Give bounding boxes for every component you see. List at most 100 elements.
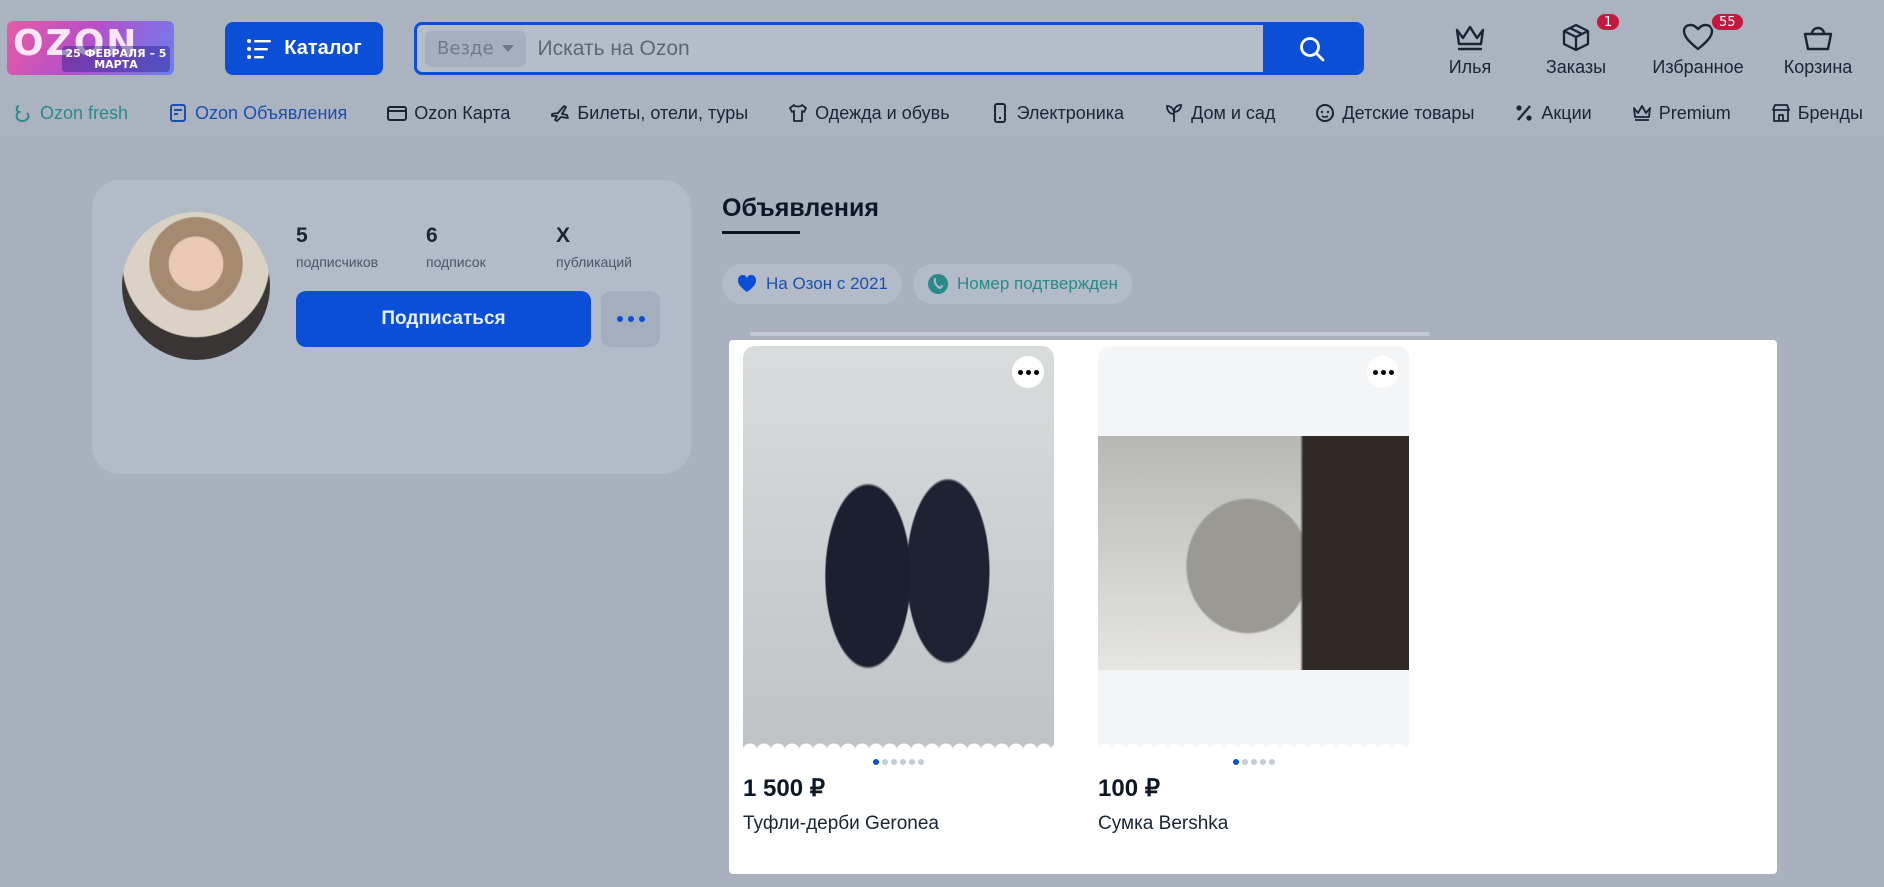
favorites-label: Избранное	[1652, 57, 1744, 77]
photo-pager[interactable]	[1098, 759, 1409, 767]
listing-name[interactable]: Сумка Bershka	[1098, 813, 1409, 835]
pager-dot[interactable]	[918, 759, 924, 765]
listing-name[interactable]: Туфли-дерби Geronea	[743, 813, 1054, 835]
search-button[interactable]	[1263, 25, 1361, 72]
baby-icon	[1316, 104, 1335, 122]
nav-label: Дом и сад	[1191, 102, 1276, 123]
nav-label: Одежда и обувь	[815, 102, 950, 123]
listing-card[interactable]: 1 500 ₽ Туфли-дерби Geronea	[743, 346, 1054, 835]
catalog-button[interactable]: Каталог	[225, 22, 383, 75]
search-icon	[1300, 36, 1325, 61]
nav-label: Ozon Карта	[414, 102, 511, 123]
stat-publications: X публикаций	[556, 224, 632, 270]
percent-icon	[1516, 105, 1532, 121]
nav-item-promotions[interactable]: Акции	[1514, 102, 1592, 124]
stat-subscriptions-label: подписок	[426, 254, 486, 270]
more-dots-icon	[616, 316, 645, 322]
phone-icon	[993, 103, 1006, 123]
stat-subscriptions-count: 6	[426, 224, 438, 247]
listing-photo[interactable]	[743, 346, 1054, 751]
orders-badge: 1	[1595, 12, 1622, 32]
photo-wave-edge	[1098, 737, 1409, 751]
chip-phone-label: Номер подтвержден	[957, 274, 1118, 293]
photo-wave-edge	[743, 737, 1054, 751]
pager-dot[interactable]	[1232, 759, 1239, 765]
shirt-icon	[789, 104, 808, 122]
listing-photo[interactable]	[1098, 346, 1409, 751]
catalog-label: Каталог	[284, 37, 362, 59]
pager-dot[interactable]	[1268, 759, 1275, 765]
crown-icon	[1455, 25, 1485, 51]
pager-dot[interactable]	[1241, 759, 1248, 765]
nav-label: Бренды	[1797, 102, 1863, 123]
chevron-down-icon	[501, 45, 514, 52]
store-icon	[1771, 104, 1790, 122]
box-icon	[1562, 23, 1590, 52]
card-icon	[387, 106, 408, 121]
nav-item-ozon-fresh[interactable]: Ozon fresh	[13, 103, 128, 124]
nav-item-ozon-ads[interactable]: Ozon Объявления	[168, 103, 347, 124]
listing-photo-image	[1098, 436, 1409, 670]
pager-dot[interactable]	[891, 759, 897, 765]
listing-more-button[interactable]	[1367, 356, 1399, 388]
user-profile-link[interactable]: Илья	[1432, 22, 1508, 78]
stat-subscriptions[interactable]: 6 подписок	[426, 224, 486, 270]
favorites-link[interactable]: Избранное 55	[1648, 12, 1748, 78]
orders-label: Заказы	[1545, 57, 1607, 77]
chip-phone-verified: Номер подтвержден	[913, 264, 1132, 304]
listing-price: 1 500 ₽	[743, 775, 825, 802]
panel-edge	[750, 332, 1430, 336]
fresh-icon	[15, 105, 30, 123]
nav-label: Premium	[1658, 102, 1731, 123]
listing-price: 100 ₽	[1098, 775, 1160, 802]
nav-label: Электроника	[1016, 102, 1125, 123]
nav-item-ozon-card[interactable]: Ozon Карта	[387, 103, 510, 124]
pager-dot[interactable]	[873, 759, 879, 765]
avatar[interactable]	[122, 212, 270, 360]
logo-promo: 25 ФЕВРАЛЯ – 5 МАРТА	[62, 46, 170, 72]
listings-title: Объявления	[722, 194, 879, 222]
stat-subscribers[interactable]: 5 подписчиков	[296, 224, 378, 270]
nav-label: Детские товары	[1342, 102, 1475, 123]
nav-item-tickets[interactable]: Билеты, отели, туры	[550, 103, 748, 124]
nav-label: Ozon Объявления	[195, 102, 348, 123]
heart-icon	[1682, 23, 1714, 51]
plane-icon	[551, 105, 570, 122]
heart-icon	[738, 275, 756, 292]
search-input[interactable]	[525, 25, 1263, 72]
favorites-badge: 55	[1710, 12, 1745, 32]
more-dots-icon	[1017, 369, 1039, 375]
chip-since-label: На Озон с 2021	[766, 274, 888, 293]
pager-dot[interactable]	[1250, 759, 1257, 765]
crown-icon	[1632, 105, 1651, 121]
cart-link[interactable]: Корзина	[1780, 22, 1856, 78]
pager-dot[interactable]	[909, 759, 915, 765]
pager-dot[interactable]	[900, 759, 906, 765]
pager-dot[interactable]	[882, 759, 888, 765]
listing-card[interactable]: 100 ₽ Сумка Bershka	[1098, 346, 1409, 835]
nav-item-home-garden[interactable]: Дом и сад	[1164, 103, 1275, 124]
nav-item-clothing[interactable]: Одежда и обувь	[788, 102, 950, 124]
search-scope-select[interactable]: Везде	[425, 30, 526, 67]
photo-pager[interactable]	[743, 759, 1054, 767]
ozon-logo[interactable]: OZON 25 ФЕВРАЛЯ – 5 МАРТА	[7, 21, 174, 75]
stat-subscribers-label: подписчиков	[296, 254, 379, 270]
pager-dot[interactable]	[1259, 759, 1266, 765]
chip-on-ozon-since: На Озон с 2021	[722, 264, 902, 304]
nav-item-kids[interactable]: Детские товары	[1315, 103, 1474, 124]
category-nav: Ozon fresh Ozon Объявления Ozon Карта Би…	[13, 98, 1884, 128]
orders-link[interactable]: Заказы 1	[1543, 12, 1622, 78]
listing-more-button[interactable]	[1012, 356, 1044, 388]
stat-publications-count: X	[556, 224, 571, 247]
nav-label: Акции	[1541, 102, 1592, 123]
user-label: Илья	[1448, 57, 1492, 77]
nav-item-premium[interactable]: Premium	[1632, 103, 1731, 124]
nav-item-brands[interactable]: Бренды	[1771, 103, 1863, 124]
subscribe-button[interactable]: Подписаться	[296, 291, 591, 347]
search-bar: Везде	[414, 22, 1364, 75]
nav-item-electronics[interactable]: Электроника	[990, 103, 1124, 124]
search-scope-label: Везде	[437, 38, 494, 59]
profile-more-button[interactable]	[601, 291, 660, 347]
more-dots-icon	[1372, 369, 1394, 375]
ads-icon	[170, 104, 187, 122]
